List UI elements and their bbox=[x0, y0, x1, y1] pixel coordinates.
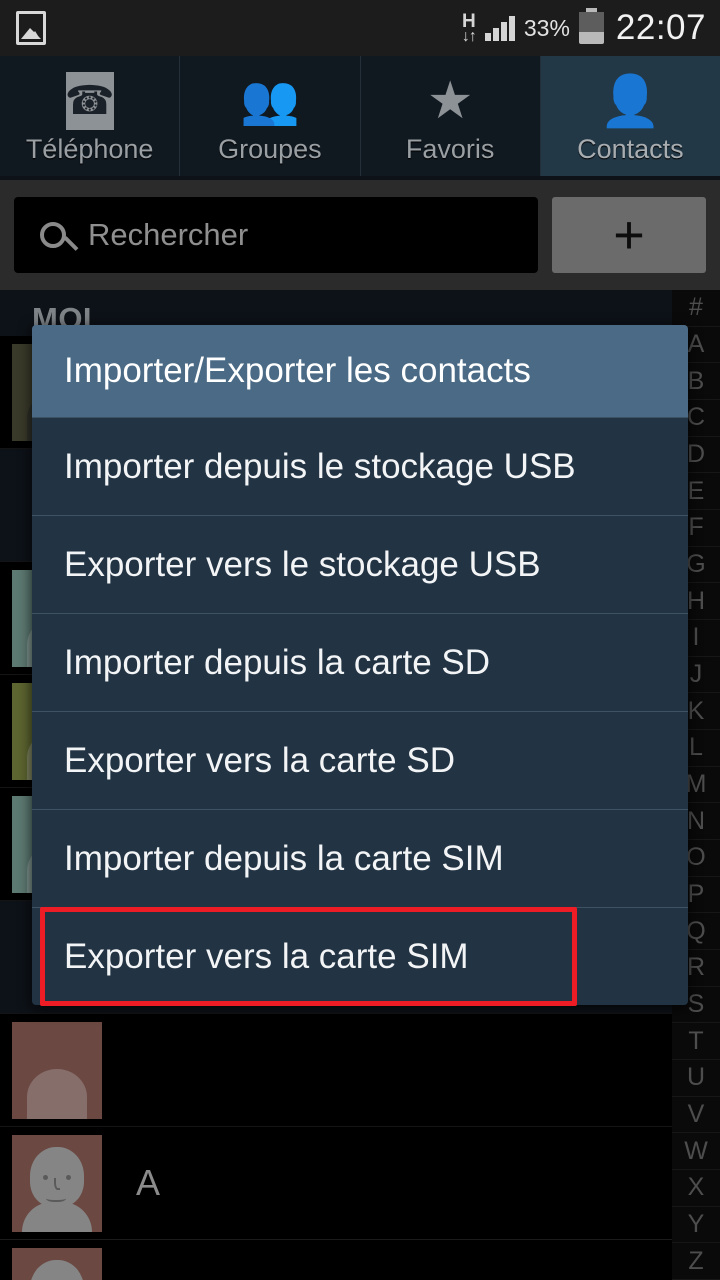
search-row: Rechercher + bbox=[0, 180, 720, 290]
tab-favoris[interactable]: ★ Favoris bbox=[360, 56, 541, 180]
menu-item-import-usb[interactable]: Importer depuis le stockage USB bbox=[32, 417, 688, 515]
alphabet-index-item[interactable]: # bbox=[672, 290, 720, 327]
avatar bbox=[12, 1247, 102, 1280]
person-icon: 👤 bbox=[599, 73, 662, 129]
import-export-dialog: Importer/Exporter les contacts Importer … bbox=[32, 325, 688, 1005]
menu-item-label: Importer depuis la carte SIM bbox=[64, 838, 504, 878]
tab-groupes-label: Groupes bbox=[218, 134, 322, 164]
network-type-icon: H ↓↑ bbox=[461, 12, 477, 45]
tab-contacts-label: Contacts bbox=[577, 134, 684, 164]
menu-item-import-sim[interactable]: Importer depuis la carte SIM bbox=[32, 809, 688, 907]
alphabet-index-item[interactable]: T bbox=[672, 1023, 720, 1061]
avatar bbox=[12, 1021, 102, 1119]
tab-bar: ☎ Téléphone 👥 Groupes ★ Favoris 👤 Contac… bbox=[0, 56, 720, 180]
alphabet-index-item[interactable]: V bbox=[672, 1097, 720, 1134]
tab-telephone[interactable]: ☎ Téléphone bbox=[0, 56, 181, 180]
status-bar: H ↓↑ 33% 22:07 bbox=[0, 0, 720, 56]
people-icon: 👥 bbox=[239, 74, 300, 127]
menu-item-label: Importer depuis la carte SD bbox=[64, 642, 491, 682]
gallery-icon bbox=[16, 11, 46, 45]
tab-telephone-label: Téléphone bbox=[25, 134, 154, 164]
alphabet-index-item[interactable]: U bbox=[672, 1060, 720, 1097]
menu-item-export-sim[interactable]: Exporter vers la carte SIM bbox=[32, 907, 688, 1005]
tab-favoris-label: Favoris bbox=[405, 134, 495, 164]
contact-name: A bbox=[136, 1275, 160, 1280]
alphabet-index-item[interactable]: W bbox=[672, 1133, 720, 1171]
menu-item-export-sd[interactable]: Exporter vers la carte SD bbox=[32, 711, 688, 809]
avatar bbox=[12, 1134, 102, 1232]
menu-item-label: Importer depuis le stockage USB bbox=[64, 446, 576, 486]
list-item[interactable] bbox=[0, 1014, 720, 1127]
battery-percent-label: 33% bbox=[523, 14, 570, 41]
alphabet-index-item[interactable]: X bbox=[672, 1170, 720, 1207]
status-bar-right: H ↓↑ 33% 22:07 bbox=[462, 8, 720, 48]
search-placeholder: Rechercher bbox=[88, 217, 249, 252]
contact-name: A bbox=[136, 1162, 161, 1203]
star-icon: ★ bbox=[426, 72, 474, 130]
phone-icon: ☎ bbox=[65, 72, 115, 130]
signal-bars-icon bbox=[484, 15, 515, 41]
menu-item-import-sd[interactable]: Importer depuis la carte SD bbox=[32, 613, 688, 711]
search-icon bbox=[40, 222, 66, 248]
menu-item-label: Exporter vers la carte SD bbox=[64, 740, 455, 780]
phone-screen: H ↓↑ 33% 22:07 ☎ Téléphone 👥 Groupes ★ F… bbox=[0, 0, 720, 1280]
data-arrows-icon: ↓↑ bbox=[461, 27, 477, 45]
tab-groupes[interactable]: 👥 Groupes bbox=[180, 56, 361, 180]
dialog-title: Importer/Exporter les contacts bbox=[32, 325, 688, 417]
contact-row[interactable]: A bbox=[0, 1127, 720, 1240]
menu-item-export-usb[interactable]: Exporter vers le stockage USB bbox=[32, 515, 688, 613]
search-input[interactable]: Rechercher bbox=[14, 197, 538, 273]
status-bar-left bbox=[0, 11, 46, 45]
menu-item-label: Exporter vers la carte SIM bbox=[64, 936, 469, 976]
add-contact-button[interactable]: + bbox=[552, 197, 706, 273]
menu-item-label: Exporter vers le stockage USB bbox=[64, 544, 541, 584]
alphabet-index-item[interactable]: Y bbox=[672, 1207, 720, 1244]
battery-icon bbox=[578, 8, 604, 44]
tab-contacts[interactable]: 👤 Contacts bbox=[540, 56, 720, 180]
contact-row[interactable]: A bbox=[0, 1240, 720, 1280]
alphabet-index-item[interactable]: Z bbox=[672, 1243, 720, 1280]
clock-label: 22:07 bbox=[615, 8, 706, 47]
dialog-title-label: Importer/Exporter les contacts bbox=[64, 351, 531, 390]
